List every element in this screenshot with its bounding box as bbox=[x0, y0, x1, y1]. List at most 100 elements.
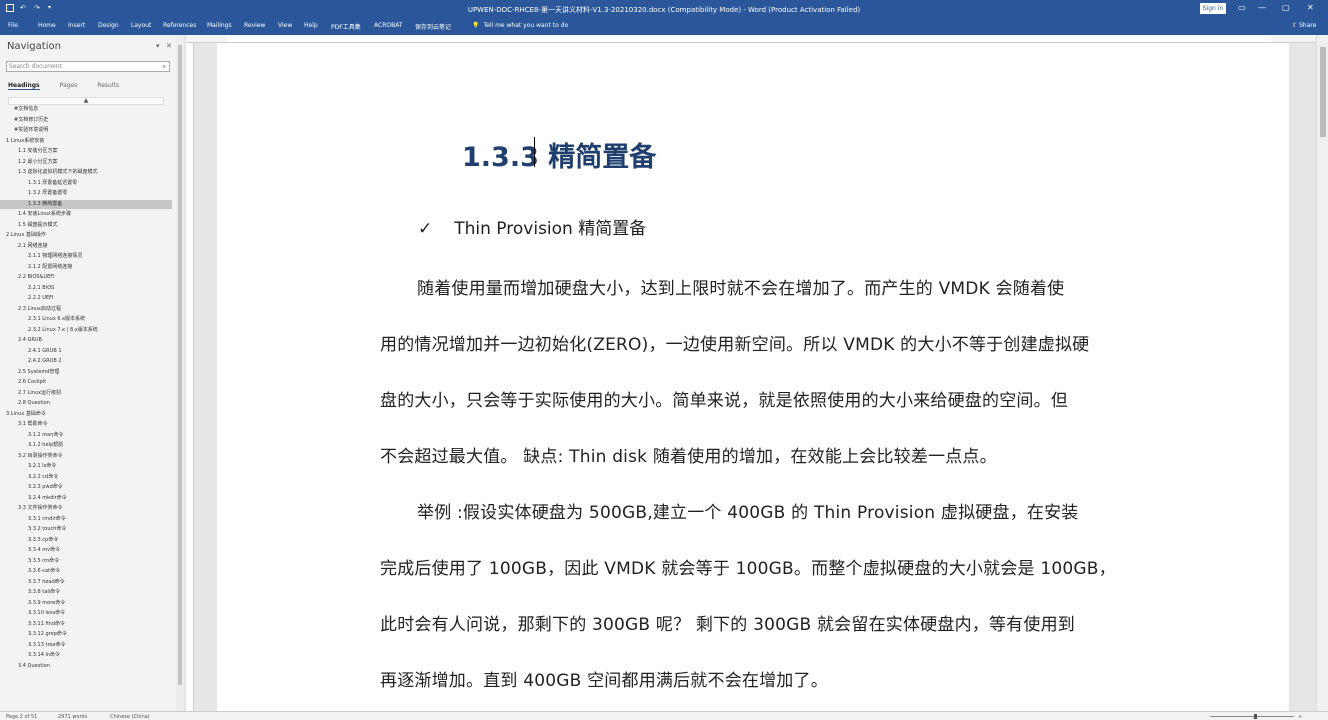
search-icon[interactable]: ⌕ bbox=[163, 62, 166, 72]
zoom-slider[interactable] bbox=[1210, 716, 1294, 717]
nav-scrollbar-thumb[interactable] bbox=[178, 45, 182, 685]
tab-file[interactable]: File bbox=[8, 22, 18, 29]
nav-heading-item[interactable]: 1.4 安装Linux系统步骤 bbox=[0, 210, 172, 219]
nav-heading-item[interactable]: 1.3.2 厚置备置零 bbox=[0, 189, 172, 198]
horizontal-ruler[interactable] bbox=[186, 35, 1316, 43]
nav-heading-item[interactable]: 3.2.3 pwd命令 bbox=[0, 483, 172, 492]
nav-heading-item[interactable]: 3.4 Question bbox=[0, 662, 172, 671]
nav-heading-item[interactable]: 3.3.8 tail命令 bbox=[0, 588, 172, 597]
nav-heading-item[interactable]: 2.7 Linux运行级别 bbox=[0, 389, 172, 398]
nav-heading-item[interactable]: 3.3.14 ln命令 bbox=[0, 651, 172, 660]
nav-heading-item[interactable]: 2 Linux 基础操作 bbox=[0, 231, 172, 240]
nav-heading-label: 2.4.2 GRUB 2 bbox=[28, 358, 62, 364]
tab-acrobat[interactable]: ACROBAT bbox=[374, 22, 403, 29]
nav-heading-item[interactable]: 2.2.2 UEFI bbox=[0, 294, 172, 303]
nav-heading-label: 2.2.1 BIOS bbox=[28, 284, 55, 291]
nav-heading-item[interactable]: 2.4 GRUB bbox=[0, 336, 172, 345]
bullet-line: ✓ Thin Provision 精简置备 bbox=[418, 214, 646, 239]
document-scrollbar-thumb[interactable] bbox=[1320, 47, 1326, 137]
nav-heading-item[interactable]: 1 Linux系统安装 bbox=[0, 137, 172, 146]
nav-heading-item[interactable]: 2.1 网络连接 bbox=[0, 242, 172, 251]
search-document-input[interactable]: Search document ⌕ bbox=[6, 61, 170, 72]
nav-heading-item[interactable]: 3.3.12 grep命令 bbox=[0, 630, 172, 639]
nav-heading-item[interactable]: #实验环境说明 bbox=[0, 126, 172, 135]
nav-heading-item[interactable]: 2.1.2 配置网络连接 bbox=[0, 263, 172, 272]
nav-heading-item[interactable]: 2.3.2 Linux 7.x | 8.x版本系统 bbox=[0, 326, 172, 335]
pane-close-icon[interactable]: ✕ bbox=[166, 42, 172, 50]
nav-heading-item[interactable]: 2.3 Linux启动过程 bbox=[0, 305, 172, 314]
word-count[interactable]: 2971 words bbox=[58, 714, 87, 720]
tab-home[interactable]: Home bbox=[38, 22, 56, 29]
nav-heading-item[interactable]: 3 Linux 基础命令 bbox=[0, 410, 172, 419]
minimize-button[interactable]: — bbox=[1258, 3, 1266, 12]
nav-heading-item[interactable]: #文档信息 bbox=[0, 105, 172, 114]
tab-save-to-cloud-notes[interactable]: 保存到云笔记 bbox=[415, 22, 451, 31]
pane-options-icon[interactable]: ▾ bbox=[156, 42, 160, 50]
share-button[interactable]: ⇪ Share bbox=[1292, 22, 1316, 29]
nav-heading-item[interactable]: #文档修订历史 bbox=[0, 116, 172, 125]
nav-heading-item[interactable]: 3.3.1 rmdir命令 bbox=[0, 515, 172, 524]
nav-heading-item[interactable]: 1.3.1 厚置备延迟置零 bbox=[0, 179, 172, 188]
nav-heading-item[interactable]: 2.3.1 Linux 6.x版本系统 bbox=[0, 315, 172, 324]
nav-heading-item[interactable]: 2.6 Cockpit bbox=[0, 378, 172, 387]
nav-heading-item[interactable]: 2.8 Question bbox=[0, 399, 172, 408]
nav-heading-item[interactable]: 1.5 磁盘提示模式 bbox=[0, 221, 172, 230]
paragraph-line: 不会超过最大值。 缺点: Thin disk 随着使用的增加，在效能上会比较差一… bbox=[380, 447, 997, 467]
tab-mailings[interactable]: Mailings bbox=[207, 22, 232, 29]
tab-insert[interactable]: Insert bbox=[68, 22, 85, 29]
scroll-up-arrow-icon[interactable]: ▲ bbox=[8, 97, 164, 105]
nav-heading-item[interactable]: 3.1.2 help帮助 bbox=[0, 441, 172, 450]
nav-heading-label: 2.5 Systemd管理 bbox=[18, 368, 60, 375]
tab-layout[interactable]: Layout bbox=[131, 22, 151, 29]
nav-heading-item[interactable]: 3.1.1 man命令 bbox=[0, 431, 172, 440]
nav-heading-item[interactable]: 3.3 文件操作类命令 bbox=[0, 504, 172, 513]
language-indicator[interactable]: Chinese (China) bbox=[110, 714, 150, 720]
tab-pdf-tools[interactable]: PDF工具集 bbox=[331, 22, 361, 31]
nav-heading-item[interactable]: 2.4.2 GRUB 2 bbox=[0, 357, 172, 366]
nav-heading-item[interactable]: 3.3.13 tree命令 bbox=[0, 641, 172, 650]
document-scrollbar[interactable] bbox=[1316, 35, 1328, 711]
nav-heading-item[interactable]: 3.2.4 mkdir命令 bbox=[0, 494, 172, 503]
tell-me-box[interactable]: 💡 Tell me what you want to do bbox=[472, 22, 568, 29]
nav-heading-item[interactable]: 2.2 BIOS&UEFI bbox=[0, 273, 172, 282]
nav-heading-item[interactable]: 3.2.2 cd命令 bbox=[0, 473, 172, 482]
nav-heading-item[interactable]: 1.3.3 精简置备 bbox=[0, 199, 172, 209]
nav-heading-item[interactable]: 3.2 目录操作类命令 bbox=[0, 452, 172, 461]
sign-in-button[interactable]: Sign in bbox=[1200, 3, 1226, 14]
tab-help[interactable]: Help bbox=[304, 22, 318, 29]
nav-heading-item[interactable]: 3.3.10 less命令 bbox=[0, 609, 172, 618]
nav-heading-item[interactable]: 2.2.1 BIOS bbox=[0, 284, 172, 293]
nav-heading-item[interactable]: 2.1.1 物理网络连接情况 bbox=[0, 252, 172, 261]
tab-references[interactable]: References bbox=[163, 22, 196, 29]
nav-heading-item[interactable]: 3.3.11 find命令 bbox=[0, 620, 172, 629]
ribbon-display-options-icon[interactable]: ▭ bbox=[1238, 3, 1246, 12]
nav-heading-item[interactable]: 1.3 虚拟化虚拟机模式下的磁盘模式 bbox=[0, 168, 172, 177]
document-page[interactable]: 1.3.3 精简置备 ✓ Thin Provision 精简置备 随着使用量而增加… bbox=[217, 43, 1289, 719]
vertical-ruler[interactable] bbox=[186, 43, 194, 711]
nav-heading-item[interactable]: 3.3.9 more命令 bbox=[0, 599, 172, 608]
nav-scrollbar[interactable] bbox=[176, 35, 184, 711]
nav-heading-item[interactable]: 1.2 最小分区方案 bbox=[0, 158, 172, 167]
nav-heading-item[interactable]: 3.3.5 rm命令 bbox=[0, 557, 172, 566]
tab-design[interactable]: Design bbox=[98, 22, 119, 29]
close-button[interactable]: ✕ bbox=[1307, 3, 1314, 12]
nav-heading-item[interactable]: 3.3.4 mv命令 bbox=[0, 546, 172, 555]
zoom-slider-knob[interactable] bbox=[1254, 714, 1257, 719]
nav-heading-item[interactable]: 1.1 安装分区方案 bbox=[0, 147, 172, 156]
tab-pages[interactable]: Pages bbox=[60, 82, 78, 90]
nav-heading-item[interactable]: 3.3.7 head命令 bbox=[0, 578, 172, 587]
tab-view[interactable]: View bbox=[278, 22, 292, 29]
nav-heading-item[interactable]: 3.3.6 cat命令 bbox=[0, 567, 172, 576]
tab-headings[interactable]: Headings bbox=[8, 82, 40, 90]
nav-heading-item[interactable]: 2.4.1 GRUB 1 bbox=[0, 347, 172, 356]
tab-results[interactable]: Results bbox=[97, 82, 119, 90]
nav-heading-item[interactable]: 2.5 Systemd管理 bbox=[0, 368, 172, 377]
page-count[interactable]: Page 2 of 51 bbox=[6, 714, 37, 720]
nav-heading-item[interactable]: 3.3.3 cp命令 bbox=[0, 536, 172, 545]
zoom-in-button[interactable]: + bbox=[1298, 714, 1302, 720]
nav-heading-item[interactable]: 3.2.1 ls命令 bbox=[0, 462, 172, 471]
nav-heading-item[interactable]: 3.1 帮助命令 bbox=[0, 420, 172, 429]
nav-heading-item[interactable]: 3.3.2 touch命令 bbox=[0, 525, 172, 534]
tab-review[interactable]: Review bbox=[244, 22, 265, 29]
maximize-button[interactable]: ▢ bbox=[1282, 3, 1290, 12]
